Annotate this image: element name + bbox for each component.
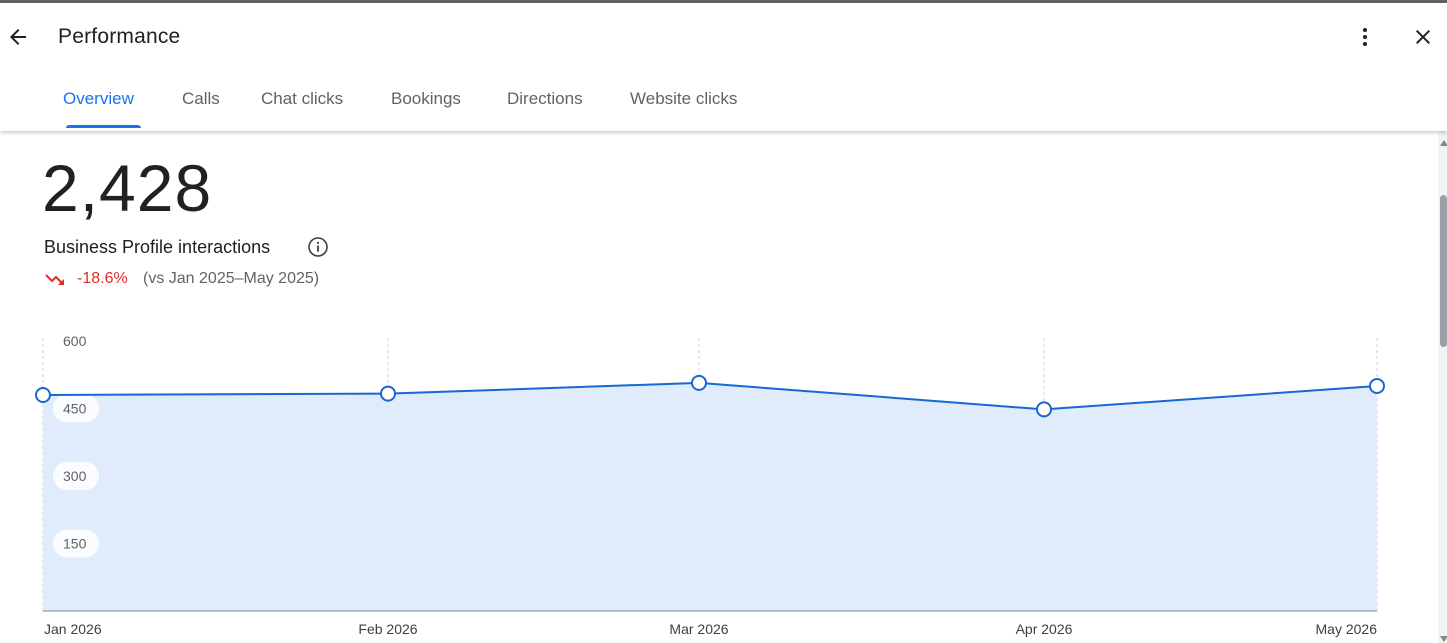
data-point-apr-2026[interactable] xyxy=(1036,401,1052,418)
arrow-back-icon xyxy=(10,29,26,45)
data-point-mar-2026[interactable] xyxy=(691,374,707,391)
tab-calls[interactable]: Calls xyxy=(182,89,220,109)
active-tab-indicator xyxy=(66,125,141,128)
tab-chat-clicks[interactable]: Chat clicks xyxy=(261,89,343,109)
close-button[interactable] xyxy=(1407,21,1439,53)
y-tick-label-300: 300 xyxy=(63,468,87,484)
y-tick-label-600: 600 xyxy=(63,333,87,349)
tab-overview[interactable]: Overview xyxy=(63,89,134,109)
back-button[interactable] xyxy=(2,21,34,53)
data-point-may-2026[interactable] xyxy=(1369,378,1385,394)
data-point-feb-2026[interactable] xyxy=(380,385,396,402)
close-icon xyxy=(1416,30,1430,44)
x-tick-label-apr-2026: Apr 2026 xyxy=(1016,621,1073,637)
performance-page: Performance Overview Calls Chat clicks B… xyxy=(0,0,1447,643)
trend-change-value: -18.6% xyxy=(77,270,128,287)
data-point-jan-2026[interactable] xyxy=(35,387,51,403)
scrollbar-thumb[interactable] xyxy=(1440,195,1447,347)
x-tick-label-mar-2026: Mar 2026 xyxy=(669,621,728,637)
more-vert-icon xyxy=(1363,28,1367,46)
x-tick-label-may-2026: May 2026 xyxy=(1316,621,1378,637)
info-icon[interactable] xyxy=(307,236,329,258)
tab-directions[interactable]: Directions xyxy=(507,89,583,109)
trend-comparison-text: (vs Jan 2025–May 2025) xyxy=(143,270,320,287)
interactions-chart: 150 300 450 600 Jan 2026 Feb 2026 Mar 2026 Apr … xyxy=(35,333,1385,637)
more-options-button[interactable] xyxy=(1349,21,1381,53)
area-fill xyxy=(43,382,1377,611)
y-tick-label-450: 450 xyxy=(63,401,87,417)
tab-bookings[interactable]: Bookings xyxy=(391,89,461,109)
scroll-up-arrow-icon[interactable] xyxy=(1440,140,1447,146)
y-tick-label-150: 150 xyxy=(63,536,87,552)
metric-label: Business Profile interactions xyxy=(44,237,271,257)
x-tick-label-feb-2026: Feb 2026 xyxy=(358,621,417,637)
header: Performance Overview Calls Chat clicks B… xyxy=(0,3,1447,131)
total-interactions-value: 2,428 xyxy=(42,151,213,225)
page-title: Performance xyxy=(58,25,181,48)
x-tick-label-jan-2026: Jan 2026 xyxy=(44,621,102,637)
trending-down-icon xyxy=(44,272,66,288)
scroll-down-arrow-icon[interactable] xyxy=(1440,636,1447,642)
tab-website-clicks[interactable]: Website clicks xyxy=(630,89,737,109)
